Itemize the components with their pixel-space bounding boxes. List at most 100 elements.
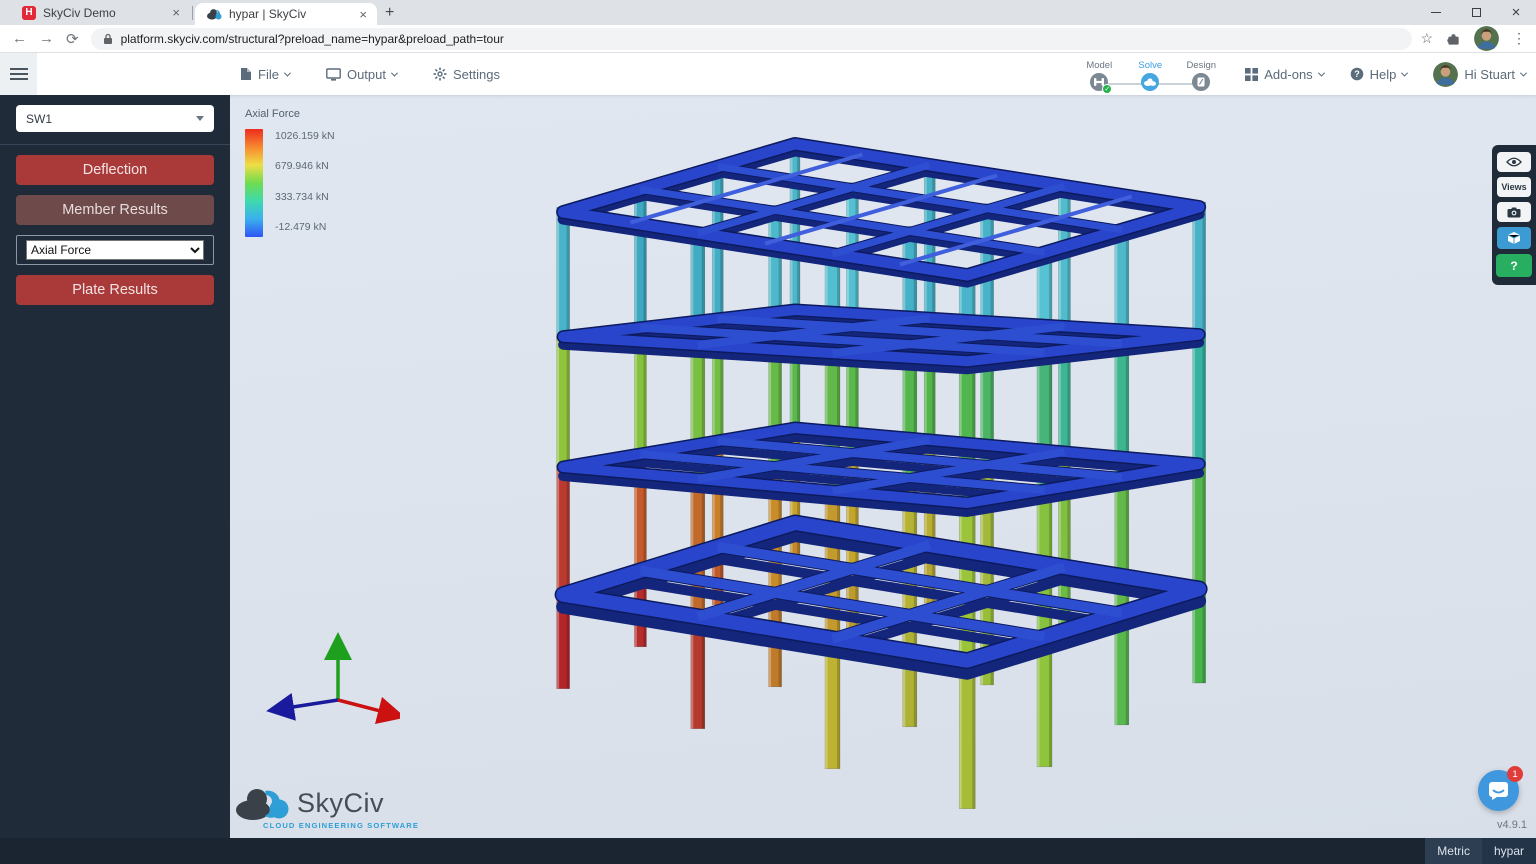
output-menu[interactable]: Output	[326, 66, 399, 82]
structure-3d-model[interactable]	[230, 95, 1536, 838]
workflow-stepper: Model ✓ Solve Design	[1081, 58, 1219, 94]
tab-hypar-skyciv[interactable]: hypar | SkyCiv ×	[195, 3, 377, 25]
refresh-icon[interactable]: ⟳	[66, 30, 79, 48]
screen: H SkyCiv Demo × hypar | SkyCiv × + × ← →…	[0, 0, 1536, 864]
3d-view-button[interactable]	[1497, 227, 1531, 249]
chat-notification-badge: 1	[1507, 766, 1523, 782]
addons-label: Add-ons	[1264, 66, 1313, 82]
skyciv-logo: SkyCiv CLOUD ENGINEERING SOFTWARE	[235, 783, 419, 830]
address-bar[interactable]: platform.skyciv.com/structural?preload_n…	[90, 27, 1413, 50]
browser-tab-bar: H SkyCiv Demo × hypar | SkyCiv × + ×	[0, 0, 1536, 25]
window-controls: ×	[1416, 0, 1536, 25]
settings-menu[interactable]: Settings	[433, 67, 500, 82]
back-icon[interactable]: ←	[12, 30, 27, 47]
legend-value-3: 333.734 kN	[275, 190, 329, 203]
extensions-puzzle-icon[interactable]	[1446, 31, 1461, 46]
result-type-select[interactable]: Axial Force	[26, 240, 204, 260]
output-menu-label: Output	[346, 66, 386, 82]
legend-value-2: 679.946 kN	[275, 160, 329, 173]
window-maximize-button[interactable]	[1456, 0, 1496, 25]
addons-grid-icon	[1245, 67, 1259, 81]
views-button[interactable]: Views	[1497, 177, 1531, 197]
solve-cloud-icon	[1144, 77, 1157, 86]
browser-menu-dots-icon[interactable]: ⋮	[1512, 30, 1526, 47]
question-icon: ?	[1510, 258, 1518, 273]
user-greeting-label: Hi Stuart	[1464, 66, 1515, 82]
chat-bubble-icon	[1489, 782, 1508, 800]
unit-system-button[interactable]: Metric	[1425, 838, 1482, 864]
file-menu-label: File	[258, 66, 279, 82]
tab-skyciv-demo[interactable]: H SkyCiv Demo ×	[10, 0, 190, 25]
settings-menu-label: Settings	[452, 66, 500, 82]
browser-profile-avatar[interactable]	[1474, 26, 1499, 51]
result-type-select-wrap: Axial Force	[16, 235, 214, 265]
visibility-button[interactable]	[1497, 152, 1531, 172]
tab1-title: SkyCiv Demo	[43, 5, 116, 20]
stepper-solve-label: Solve	[1138, 59, 1163, 71]
legend-title: Axial Force	[245, 108, 301, 120]
legend-max-value: 1026.159 kN	[275, 130, 335, 142]
browser-url-bar: ← → ⟳ platform.skyciv.com/structural?pre…	[0, 25, 1536, 53]
help-tour-button[interactable]: ?	[1496, 254, 1532, 277]
skyciv-tagline: CLOUD ENGINEERING SOFTWARE	[263, 821, 420, 830]
stepper-model[interactable]: Model ✓	[1081, 59, 1117, 94]
output-monitor-icon	[326, 67, 341, 81]
stepper-model-label: Model	[1086, 59, 1113, 71]
stepper-design[interactable]: Design	[1183, 60, 1219, 91]
view-toolbar: Views ?	[1492, 145, 1536, 285]
load-case-value: SW1	[26, 111, 53, 126]
load-case-select[interactable]: SW1	[16, 105, 214, 132]
tab1-favicon: H	[22, 5, 36, 20]
skyciv-wordmark: SkyCiv	[297, 787, 385, 818]
url-text: platform.skyciv.com/structural?preload_n…	[120, 31, 504, 46]
skyciv-cloud-logo-icon	[236, 789, 289, 820]
window-close-button[interactable]: ×	[1496, 0, 1536, 25]
axis-triad	[266, 632, 400, 725]
user-avatar	[1433, 61, 1459, 87]
help-menu[interactable]: ? Help	[1350, 66, 1409, 82]
stepper-solve[interactable]: Solve	[1132, 60, 1168, 91]
forward-icon[interactable]: →	[39, 30, 54, 47]
help-circle-icon: ?	[1350, 67, 1363, 81]
tab2-title: hypar | SkyCiv	[229, 7, 307, 21]
camera-icon	[1507, 207, 1521, 217]
legend-min-value: -12.479 kN	[275, 220, 327, 233]
file-menu[interactable]: File	[240, 66, 291, 82]
legend-color-scale	[245, 129, 263, 237]
stepper-design-label: Design	[1186, 59, 1217, 71]
chat-support-button[interactable]: 1	[1478, 766, 1523, 811]
axis-z-blue	[266, 693, 339, 721]
design-document-icon	[1197, 77, 1205, 86]
cube-3d-icon	[1507, 232, 1521, 244]
sidebar-divider	[0, 144, 230, 145]
project-name-button[interactable]: hypar	[1481, 838, 1536, 864]
app-header: File Output Settings Model ✓ Solve Desig…	[0, 53, 1536, 95]
member-results-button[interactable]: Member Results	[16, 195, 214, 225]
help-label: Help	[1369, 66, 1397, 82]
tab1-close-icon[interactable]: ×	[172, 5, 180, 20]
new-tab-button[interactable]: +	[385, 4, 394, 22]
eye-icon	[1506, 157, 1522, 167]
tab2-favicon-skyciv-cloud-icon	[207, 9, 222, 20]
results-sidebar: SW1 Deflection Member Results Axial Forc…	[0, 95, 230, 838]
axis-x-red	[337, 696, 400, 725]
deflection-button[interactable]: Deflection	[16, 155, 214, 185]
padlock-icon	[103, 33, 112, 44]
bookmark-star-icon[interactable]: ☆	[1420, 30, 1433, 47]
addons-menu[interactable]: Add-ons	[1245, 66, 1325, 82]
svg-text:?: ?	[1354, 69, 1360, 79]
user-menu[interactable]: Hi Stuart	[1433, 61, 1528, 87]
chevron-down-icon	[196, 116, 204, 121]
file-icon	[241, 68, 251, 80]
status-bar: Metric hypar	[0, 838, 1536, 864]
result-legend: Axial Force 1026.159 kN 679.946 kN 333.7…	[245, 108, 335, 237]
model-viewport: Axial Force 1026.159 kN 679.946 kN 333.7…	[230, 95, 1536, 838]
settings-gear-icon	[433, 67, 447, 81]
plate-results-button[interactable]: Plate Results	[16, 275, 214, 305]
window-minimize-button[interactable]	[1416, 0, 1456, 25]
tab2-close-icon[interactable]: ×	[359, 7, 367, 22]
model-complete-check-icon: ✓	[1102, 83, 1113, 94]
screenshot-button[interactable]	[1497, 202, 1531, 222]
tab-separator	[192, 6, 193, 20]
hamburger-menu-icon[interactable]	[0, 53, 37, 95]
